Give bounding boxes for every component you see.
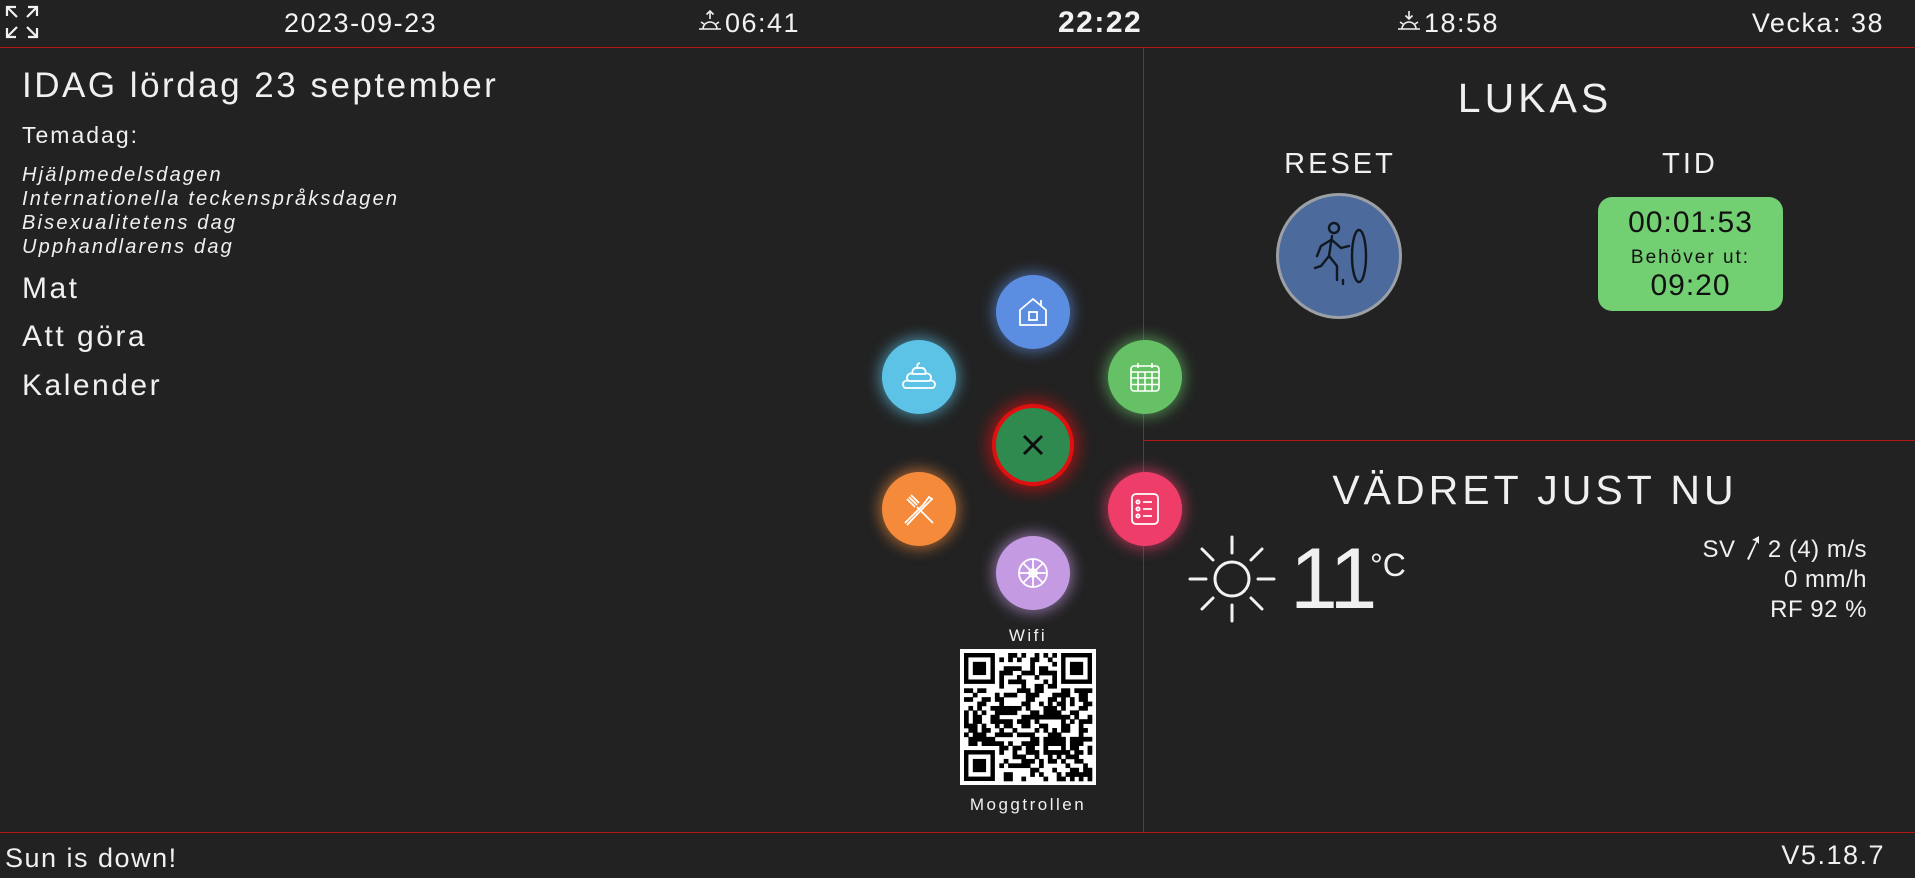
poop-button[interactable] [882,340,956,414]
right-divider [1143,440,1915,441]
wind-direction: SV [1702,536,1736,563]
menu-item-mat[interactable]: Mat [22,272,80,306]
menu-item-kalender[interactable]: Kalender [22,369,162,403]
theme-day: Upphandlarens dag [22,236,234,258]
wifi-label: Wifi [1008,626,1048,645]
fullscreen-icon[interactable] [4,4,40,40]
timer-box: 00:01:53 Behöver ut: 09:20 [1598,197,1783,311]
temperature-unit: °C [1370,547,1406,583]
sunset-icon [1396,6,1422,44]
wind-arrow-icon [1743,536,1761,567]
menu-item-att-gora[interactable]: Att göra [22,320,147,354]
sunrise-time: 06:41 [697,4,800,42]
week-number: Vecka: 38 [1751,8,1884,38]
sunset-time: 18:58 [1396,4,1499,42]
timer-name: LUKAS [1457,75,1613,121]
food-button[interactable] [882,472,956,546]
today-heading: IDAG lördag 23 september [22,66,499,105]
tid-label: TID [1662,148,1718,180]
temperature-value: 11 [1290,531,1377,627]
status-text: Sun is down! [5,843,178,873]
weather-title: VÄDRET JUST NU [1332,467,1738,513]
elapsed-time: 00:01:53 [1628,206,1753,239]
reset-button[interactable] [1276,193,1402,319]
wheel-icon [1018,558,1048,588]
close-icon [1022,434,1044,456]
qr-code-image [964,653,1093,782]
home-icon [1019,297,1047,326]
rain-value: 0 mm/h [1783,566,1867,593]
sunrise-icon [697,6,723,44]
needs-out-time: 09:20 [1650,269,1731,302]
calendar-icon [1130,363,1160,392]
wheel-button[interactable] [996,536,1070,610]
theme-days-list: Hjälpmedelsdagen Internationella teckens… [22,163,399,259]
current-date: 2023-09-23 [284,8,438,38]
theme-day: Hjälpmedelsdagen [22,164,223,186]
sun-icon [1186,533,1278,630]
humidity-value: RF 92 % [1770,596,1867,623]
calendar-button[interactable] [1108,340,1182,414]
wifi-qr-code[interactable] [960,649,1096,785]
walk-out-icon [1313,221,1368,286]
sunrise-value: 06:41 [725,8,801,38]
bottom-divider [0,832,1915,833]
version-label: V5.18.7 [1781,840,1885,870]
wind-speed: 2 (4) m/s [1767,536,1867,563]
sunset-value: 18:58 [1424,8,1500,38]
home-button[interactable] [996,275,1070,349]
theme-day: Internationella teckenspråksdagen [22,188,400,210]
wifi-network-name: Moggtrollen [969,795,1087,814]
wind-info: SV 2 (4) m/s [1702,536,1867,567]
poop-icon [902,362,936,389]
temadag-label: Temadag: [22,122,140,148]
fork-knife-icon [904,494,934,526]
clock: 22:22 [1058,6,1143,39]
theme-day: Bisexualitetens dag [22,212,238,234]
needs-out-label: Behöver ut: [1630,247,1751,268]
reset-label: RESET [1284,148,1396,180]
top-divider [0,47,1915,48]
close-button[interactable] [992,404,1074,486]
